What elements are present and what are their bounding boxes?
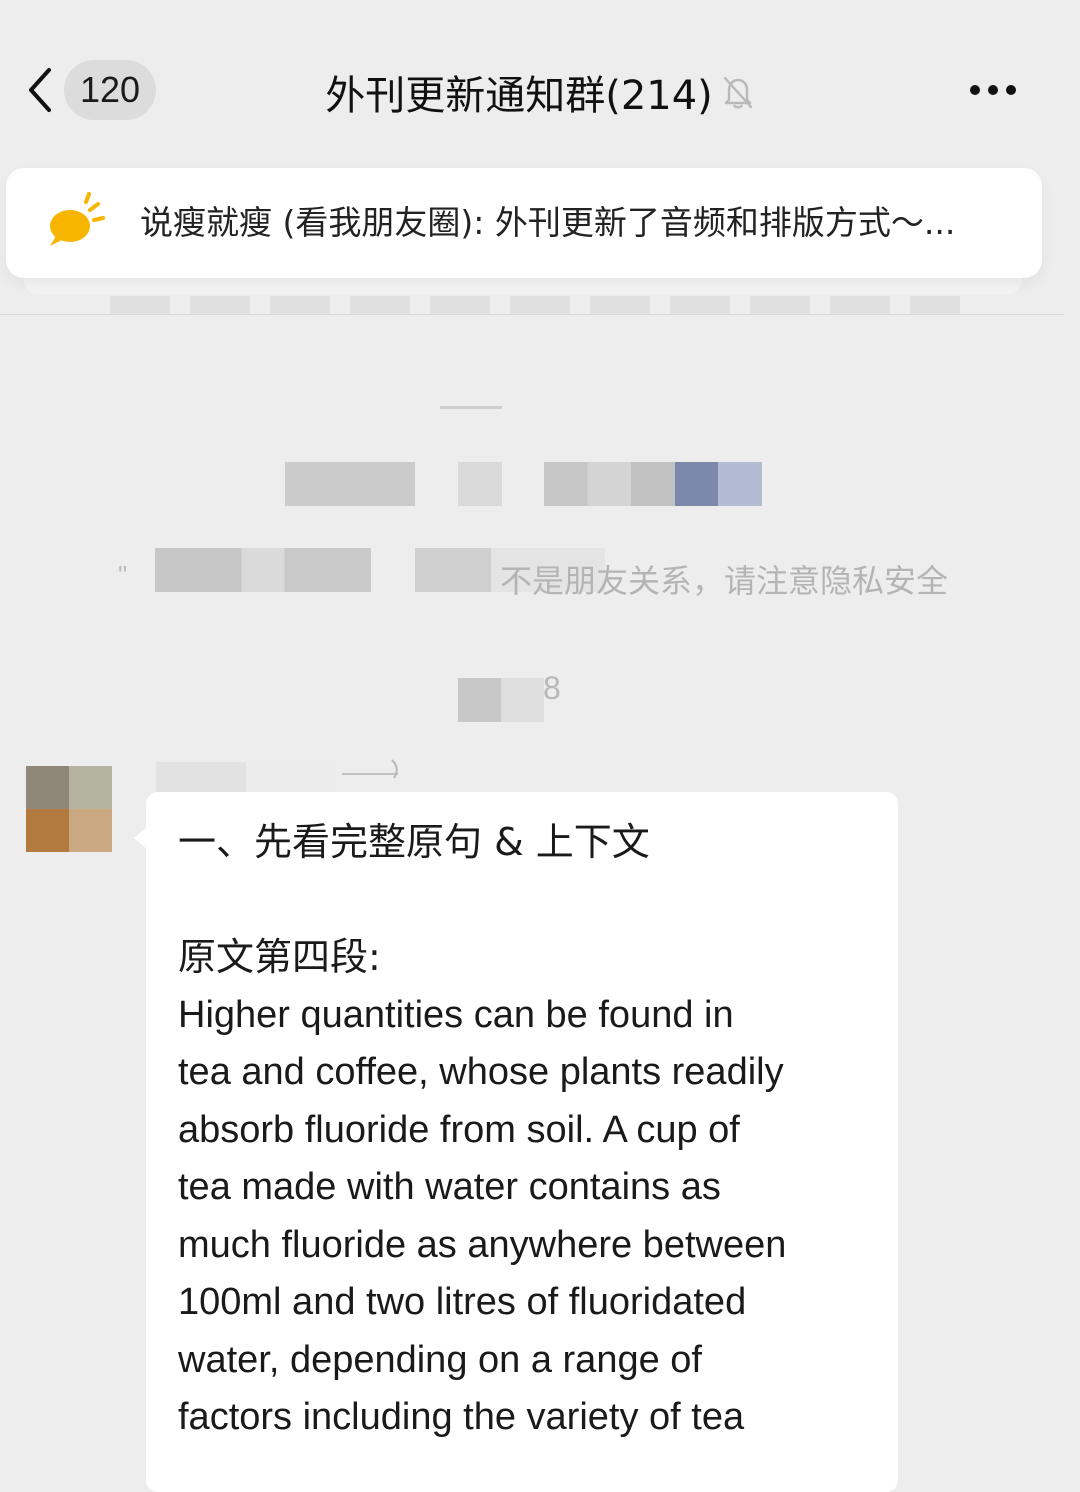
title-area: 外刊更新通知群(214) bbox=[180, 62, 900, 122]
avatar-pixel bbox=[69, 766, 112, 809]
sender-avatar[interactable] bbox=[26, 766, 112, 852]
message-heading: 一、先看完整原句 & 上下文 bbox=[178, 820, 650, 864]
redacted-block bbox=[675, 462, 719, 506]
redacted-block bbox=[544, 462, 676, 506]
scrolled-system-text bbox=[110, 296, 960, 314]
message-line: tea and coffee, whose plants readily bbox=[178, 1051, 784, 1093]
privacy-notice-text: 不是朋友关系，请注意隐私安全 bbox=[500, 562, 949, 600]
back-button[interactable] bbox=[18, 62, 62, 118]
chevron-left-icon bbox=[29, 68, 51, 112]
avatar-pixel bbox=[69, 809, 112, 852]
chat-title: 外刊更新通知群(214) bbox=[325, 73, 713, 119]
message-line: water, depending on a range of bbox=[178, 1338, 702, 1381]
redacted-sender-name bbox=[156, 762, 336, 792]
message-line: 100ml and two litres of fluoridated bbox=[178, 1281, 747, 1323]
avatar-pixel bbox=[26, 766, 69, 809]
redacted-block bbox=[458, 678, 544, 722]
unread-count: 120 bbox=[79, 69, 141, 110]
quote-mark: " bbox=[118, 560, 128, 590]
sender-name-fragment bbox=[338, 756, 404, 786]
timestamp-fragment: 8 bbox=[543, 670, 561, 706]
faded-time-stub bbox=[440, 394, 502, 420]
message-content: 一、先看完整原句 & 上下文 原文第四段: Higher quantities … bbox=[178, 814, 878, 1447]
redacted-block bbox=[458, 462, 502, 506]
message-line: tea made with water contains as bbox=[178, 1166, 721, 1208]
announcement-bubble-icon bbox=[46, 192, 112, 252]
chat-header: 120 外刊更新通知群(214) bbox=[0, 0, 1080, 170]
redacted-block bbox=[285, 462, 415, 506]
header-divider bbox=[0, 314, 1064, 315]
pinned-notice[interactable]: 说瘦就瘦 (看我朋友圈): 外刊更新了音频和排版方式～... bbox=[6, 168, 1042, 278]
unread-count-badge[interactable]: 120 bbox=[64, 60, 156, 120]
message-line: Higher quantities can be found in bbox=[178, 993, 734, 1036]
message-line: absorb fluoride from soil. A cup of bbox=[178, 1108, 740, 1151]
avatar-pixel bbox=[26, 809, 69, 852]
message-section-label: 原文第四段: bbox=[178, 935, 381, 979]
message-line: much fluoride as anywhere between bbox=[178, 1223, 787, 1266]
message-bubble[interactable]: 一、先看完整原句 & 上下文 原文第四段: Higher quantities … bbox=[146, 792, 898, 1492]
more-options-button[interactable] bbox=[960, 62, 1026, 118]
pinned-notice-text: 说瘦就瘦 (看我朋友圈): 外刊更新了音频和排版方式～... bbox=[140, 203, 956, 242]
message-line: factors including the variety of tea bbox=[178, 1396, 745, 1438]
redacted-block bbox=[718, 462, 762, 506]
bell-off-icon bbox=[721, 74, 755, 110]
redacted-block bbox=[155, 548, 371, 592]
more-dots-icon bbox=[970, 85, 1016, 95]
